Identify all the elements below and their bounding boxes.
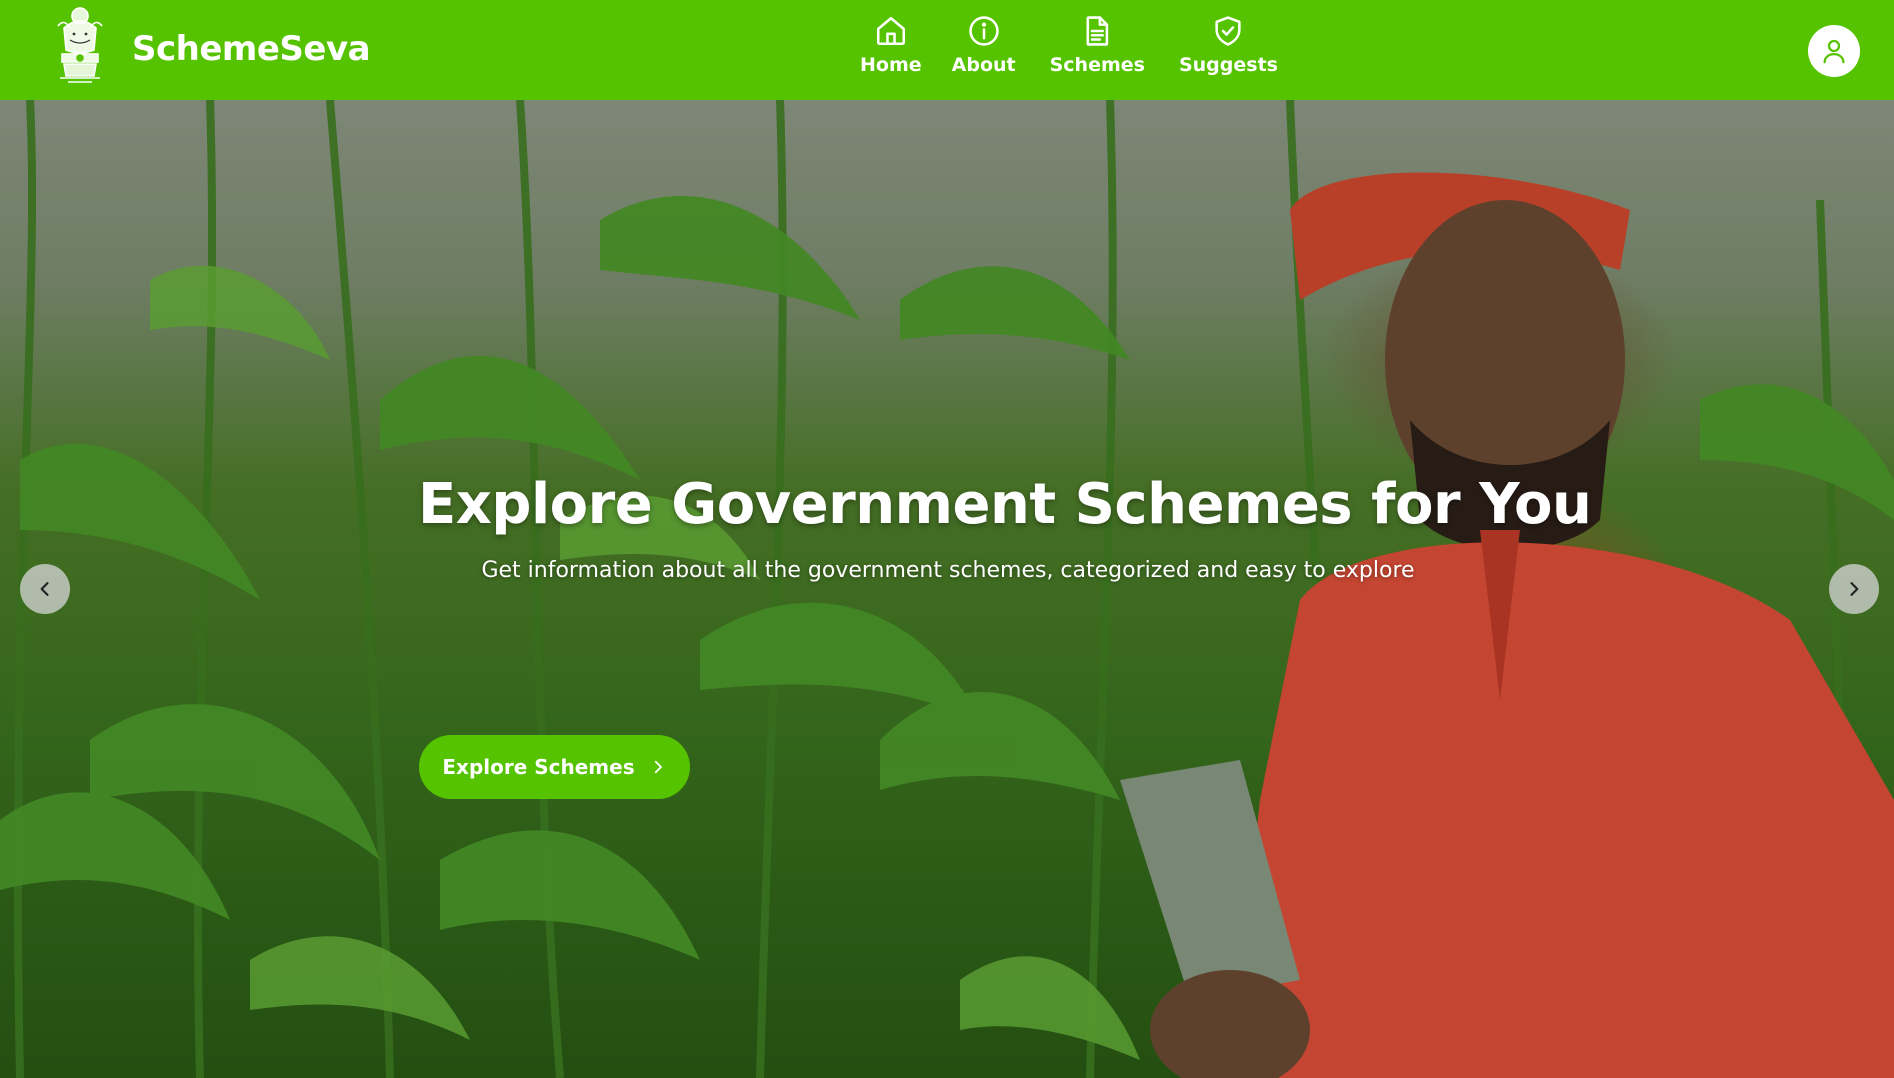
- explore-schemes-label: Explore Schemes: [442, 755, 635, 779]
- nav-item-about[interactable]: About: [940, 14, 1028, 76]
- carousel-prev-button[interactable]: [20, 564, 70, 614]
- main-nav: Home About Schemes Suggests: [848, 14, 1290, 76]
- document-icon: [1086, 16, 1109, 46]
- home-icon: [876, 16, 905, 46]
- nav-label-home: Home: [860, 54, 922, 76]
- national-emblem-icon: [57, 7, 103, 83]
- hero-title: Explore Government Schemes for You: [418, 472, 1592, 537]
- nav-label-suggests: Suggests: [1178, 54, 1278, 76]
- nav-item-suggests[interactable]: Suggests: [1167, 14, 1290, 76]
- user-icon: [1823, 39, 1845, 64]
- nav-item-schemes[interactable]: Schemes: [1038, 14, 1157, 76]
- info-icon: [968, 16, 999, 46]
- chevron-right-icon: [654, 760, 662, 774]
- top-navbar: SchemeSeva Home About Schemes Suggests: [0, 0, 1894, 100]
- profile-button[interactable]: [1808, 25, 1860, 77]
- hero-subtitle: Get information about all the government…: [481, 558, 1415, 583]
- nav-item-home[interactable]: Home: [848, 14, 934, 76]
- chevron-right-icon: [1850, 582, 1859, 596]
- chevron-left-icon: [40, 582, 49, 596]
- hero-carousel: Explore Government Schemes for You Get i…: [0, 100, 1894, 1078]
- brand-name: SchemeSeva: [132, 29, 371, 69]
- explore-schemes-button[interactable]: Explore Schemes: [419, 735, 690, 799]
- nav-label-about: About: [951, 54, 1016, 76]
- hero-dim-overlay: [0, 100, 1894, 1078]
- carousel-next-button[interactable]: [1829, 564, 1879, 614]
- nav-label-schemes: Schemes: [1049, 54, 1145, 76]
- brand[interactable]: SchemeSeva: [50, 4, 371, 94]
- shield-check-icon: [1215, 16, 1242, 46]
